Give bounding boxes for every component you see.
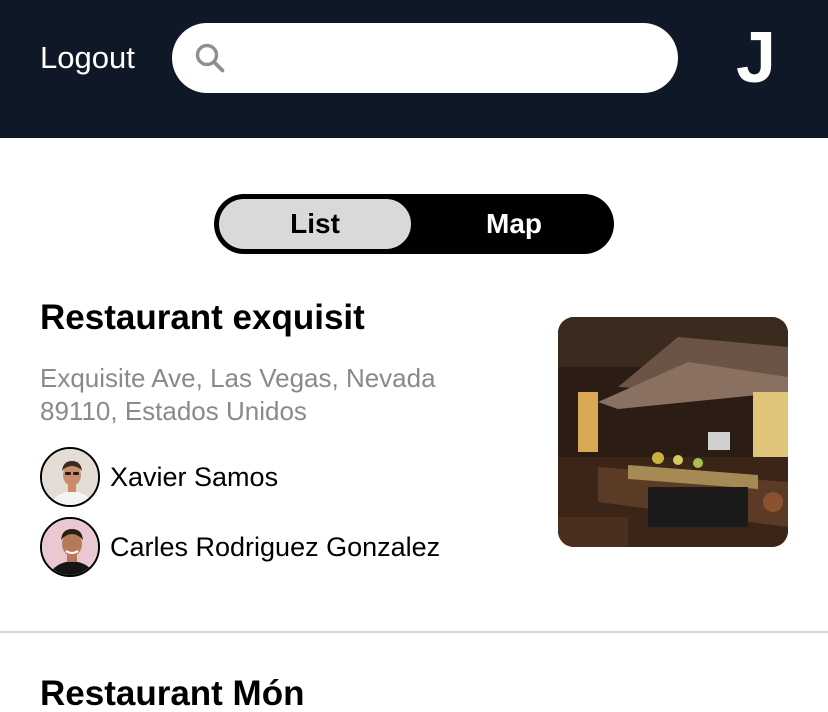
avatar	[40, 447, 100, 507]
logout-button[interactable]: Logout	[40, 38, 135, 78]
top-bar: Logout J	[0, 0, 828, 138]
staff-name: Carles Rodriguez Gonzalez	[110, 532, 441, 562]
staff-name: Xavier Samos	[110, 462, 279, 492]
restaurant-photo[interactable]	[558, 317, 788, 547]
profile-avatar[interactable]: J	[716, 18, 796, 98]
search-input[interactable]	[238, 35, 658, 81]
restaurant-address: Exquisite Ave, Las Vegas, Nevada 89110, …	[40, 363, 436, 426]
search-bar[interactable]	[172, 23, 678, 93]
list-tab[interactable]: List	[217, 197, 413, 251]
avatar	[40, 517, 100, 577]
restaurant-title[interactable]: Restaurant Món	[40, 674, 304, 712]
list-divider	[0, 631, 828, 633]
search-icon	[195, 43, 225, 73]
view-toggle: List Map	[214, 194, 614, 254]
restaurant-title[interactable]: Restaurant exquisit	[40, 298, 365, 338]
map-tab[interactable]: Map	[414, 194, 614, 254]
